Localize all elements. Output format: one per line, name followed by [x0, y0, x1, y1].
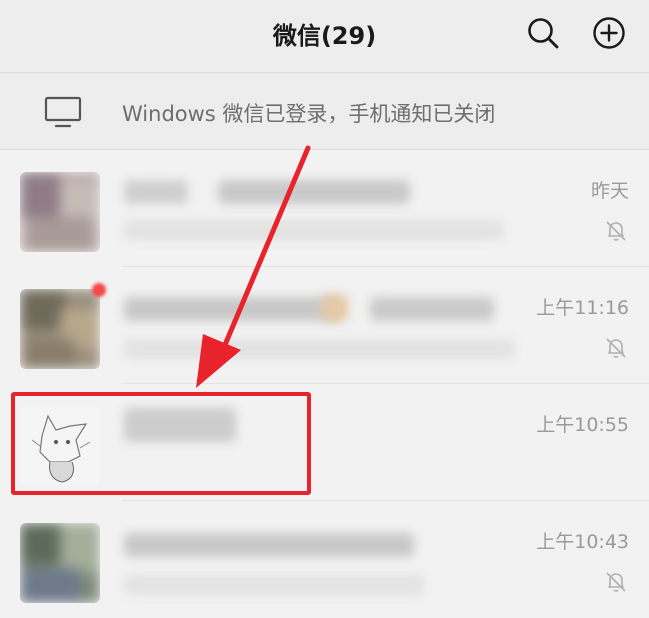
search-icon: [528, 18, 559, 49]
chat-time: 上午10:55: [536, 414, 629, 436]
chat-item[interactable]: 昨天: [0, 150, 649, 267]
chat-name-redacted: [218, 180, 410, 204]
mute-bell-icon: [606, 572, 626, 592]
chat-time: 昨天: [590, 180, 629, 202]
chat-time: 上午11:16: [536, 297, 629, 319]
monitor-icon: [44, 96, 82, 128]
chat-preview-redacted: [124, 575, 424, 595]
unread-dot: [92, 283, 106, 297]
chat-name-redacted: [124, 297, 340, 321]
plus-circle-icon: [593, 17, 625, 49]
chat-name-redacted: [124, 533, 414, 557]
top-bar: 微信(29): [0, 0, 649, 73]
pc-login-text: Windows 微信已登录，手机通知已关闭: [122, 102, 496, 126]
emoji-redacted: [322, 295, 348, 321]
avatar: [20, 523, 100, 603]
chat-time: 上午10:43: [536, 531, 629, 553]
pc-login-banner[interactable]: Windows 微信已登录，手机通知已关闭: [0, 73, 649, 150]
search-button[interactable]: [526, 16, 560, 50]
chat-preview-redacted: [124, 220, 504, 240]
chat-name-redacted: [370, 297, 494, 321]
avatar: [20, 172, 100, 252]
chat-list: 昨天 上午11:16 上午10:55 上午10:43: [0, 150, 649, 618]
chat-item[interactable]: 上午10:43: [0, 501, 649, 618]
chat-name-redacted: [124, 180, 188, 204]
avatar: [20, 289, 100, 369]
mute-bell-icon: [606, 338, 626, 358]
add-button[interactable]: [592, 16, 626, 50]
mute-bell-icon: [606, 221, 626, 241]
chat-preview-redacted: [124, 339, 514, 359]
annotation-highlight-box: [11, 392, 311, 495]
chat-item[interactable]: 上午11:16: [0, 267, 649, 384]
